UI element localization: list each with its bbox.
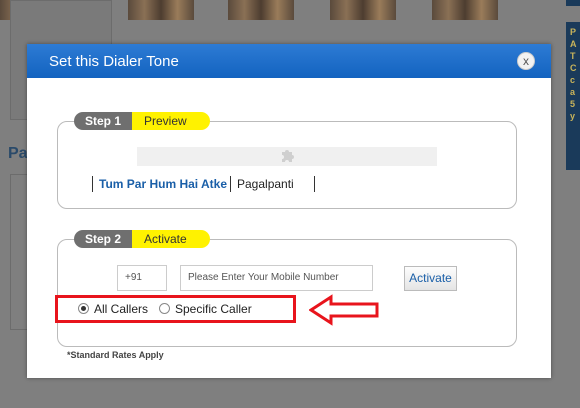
- background-sidebar: P A T C c a 5 y: [566, 22, 580, 170]
- modal-header: Set this Dialer Tone x: [27, 44, 551, 78]
- thumbnail-image: [128, 0, 194, 20]
- arrow-left-icon: [309, 294, 379, 326]
- thumbnail-image: [330, 0, 396, 20]
- background-heading: Pa: [8, 145, 28, 162]
- song-title-link[interactable]: Tum Par Hum Hai Atke: [99, 177, 227, 191]
- annotation-highlight-box: [55, 295, 296, 323]
- dialer-tone-modal: Set this Dialer Tone x Step 1 Preview Tu…: [27, 44, 551, 378]
- separator: [314, 176, 315, 192]
- mobile-number-input[interactable]: Please Enter Your Mobile Number: [180, 265, 373, 291]
- separator: [92, 176, 93, 192]
- thumbnail-image: [432, 0, 498, 20]
- step2-label: Step 2: [74, 230, 132, 248]
- background-sidebar-top: [566, 0, 580, 6]
- puzzle-icon: [277, 147, 297, 166]
- step1-name: Preview: [132, 112, 210, 130]
- step1-label: Step 1: [74, 112, 132, 130]
- country-code-field[interactable]: +91: [117, 265, 167, 291]
- step2-section: [57, 239, 517, 347]
- close-icon[interactable]: x: [517, 52, 535, 70]
- rates-note: *Standard Rates Apply: [67, 350, 164, 360]
- step2-name: Activate: [132, 230, 210, 248]
- thumbnail-image: [228, 0, 294, 20]
- activate-button[interactable]: Activate: [404, 266, 457, 291]
- separator: [230, 176, 231, 192]
- modal-title: Set this Dialer Tone: [49, 53, 179, 70]
- movie-title: Pagalpanti: [237, 177, 294, 191]
